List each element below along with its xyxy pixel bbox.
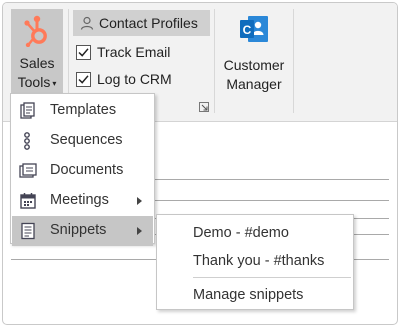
snippet-thank-you[interactable]: Thank you - #thanks: [157, 248, 353, 274]
sales-tools-label-line2: Tools ▾: [17, 74, 57, 90]
customer-manager-button[interactable]: C Customer Manager: [219, 9, 289, 99]
menu-item-label: Meetings: [50, 192, 109, 208]
menu-item-snippets[interactable]: Snippets: [12, 216, 153, 246]
dialog-launcher-icon[interactable]: [199, 102, 209, 112]
person-icon: [80, 16, 94, 30]
menu-item-label: Sequences: [50, 132, 123, 148]
snippets-icon: [21, 222, 35, 240]
documents-icon: [19, 163, 37, 178]
menu-item-label: Templates: [50, 102, 117, 118]
menu-item-label: Snippets: [50, 222, 107, 238]
snippet-demo[interactable]: Demo - #demo: [157, 220, 353, 246]
sales-tools-button[interactable]: Sales Tools ▾: [11, 9, 63, 95]
menu-item-templates[interactable]: Templates: [12, 96, 153, 126]
snippet-label: Thank you - #thanks: [193, 253, 325, 269]
menu-item-label: Documents: [50, 162, 124, 178]
submenu-separator: [193, 277, 351, 278]
log-to-crm-checkbox[interactable]: Log to CRM: [76, 69, 172, 89]
chevron-right-icon: [137, 197, 142, 205]
sequences-icon: [24, 132, 30, 150]
customer-manager-label-line2: Manager: [226, 76, 282, 92]
customer-manager-icon: C: [240, 16, 268, 42]
contact-profiles-label: Contact Profiles: [99, 15, 198, 31]
templates-icon: [20, 102, 35, 119]
chevron-down-icon: ▾: [52, 78, 57, 88]
sales-tools-label: Sales: [19, 55, 55, 71]
menu-item-meetings[interactable]: Meetings: [12, 186, 153, 216]
log-to-crm-label: Log to CRM: [97, 71, 172, 87]
menu-item-documents[interactable]: Documents: [12, 156, 153, 186]
track-email-label: Track Email: [97, 44, 171, 60]
sales-tools-menu: Templates Sequences Documents Meetings S…: [10, 93, 155, 246]
hubspot-sprocket-icon: [24, 15, 47, 47]
snippet-label: Demo - #demo: [193, 225, 289, 241]
menu-item-sequences[interactable]: Sequences: [12, 126, 153, 156]
group-separator: [293, 9, 294, 113]
group-separator: [214, 9, 215, 113]
calendar-icon: [20, 193, 36, 209]
customer-manager-label: Customer: [223, 57, 285, 73]
checkbox-checked-icon: [76, 71, 91, 87]
contact-profiles-button[interactable]: Contact Profiles: [73, 10, 210, 36]
manage-snippets-item[interactable]: Manage snippets: [157, 282, 353, 308]
checkbox-checked-icon: [76, 44, 91, 60]
snippets-submenu: Demo - #demo Thank you - #thanks Manage …: [156, 214, 354, 310]
svg-text:C: C: [243, 23, 252, 37]
manage-snippets-label: Manage snippets: [193, 287, 304, 303]
chevron-right-icon: [137, 227, 142, 235]
track-email-checkbox[interactable]: Track Email: [76, 42, 170, 62]
